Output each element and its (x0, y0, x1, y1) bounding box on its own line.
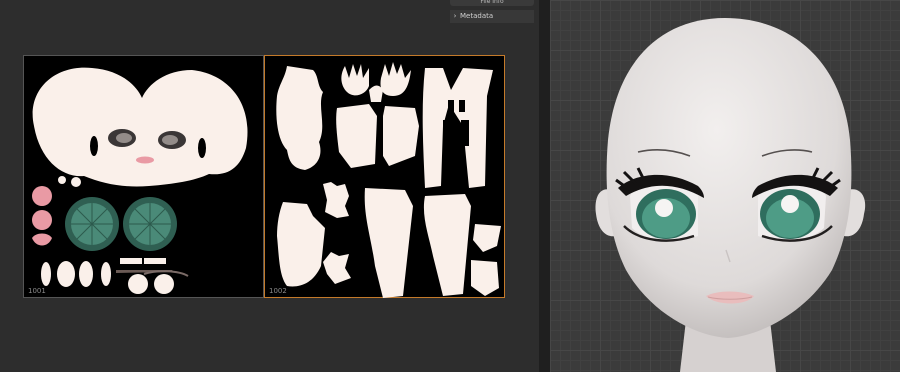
eye-highlight-2 (154, 274, 174, 294)
tile-label: 1002 (269, 287, 287, 295)
back-island (277, 202, 325, 287)
shirt-front-island (336, 104, 377, 168)
pants-right-island (423, 194, 471, 296)
hand-island-left (341, 64, 369, 96)
uv-tile-1001[interactable]: 1001 (23, 55, 264, 298)
face-island (32, 67, 248, 187)
metadata-label: Metadata (460, 12, 494, 20)
torso-island (276, 66, 323, 170)
metadata-panel-header[interactable]: › Metadata (450, 10, 534, 23)
hand-island-right (380, 62, 411, 96)
tile-label: 1001 (28, 287, 46, 295)
small-island-2 (473, 224, 501, 252)
ear-island-3 (32, 233, 52, 246)
uv-editor-pane[interactable]: File Info › Metadata 1001 1002 (0, 0, 539, 372)
uv-tile-1002[interactable]: 1002 (264, 55, 505, 298)
small-island-1 (323, 252, 351, 284)
shirt-back-island (383, 106, 419, 166)
eye-highlight-1 (128, 274, 148, 294)
ear-island-2 (32, 210, 52, 230)
3d-viewport[interactable] (550, 0, 900, 372)
file-info-button[interactable]: File Info (450, 0, 534, 6)
head-model (595, 18, 866, 372)
small-island-3 (471, 260, 499, 296)
ear-island-1 (32, 186, 52, 206)
properties-header: File Info › Metadata (450, 0, 534, 24)
shoulder-island (323, 182, 349, 218)
body-uv-islands (276, 62, 501, 298)
chevron-right-icon: › (453, 12, 457, 20)
brow-strip-1 (120, 258, 142, 264)
mouth-mark (136, 156, 154, 164)
brow-strip-2 (144, 258, 166, 264)
editor-splitter[interactable] (539, 0, 550, 372)
pants-left-island (364, 188, 413, 298)
face-uv-islands (32, 67, 248, 294)
